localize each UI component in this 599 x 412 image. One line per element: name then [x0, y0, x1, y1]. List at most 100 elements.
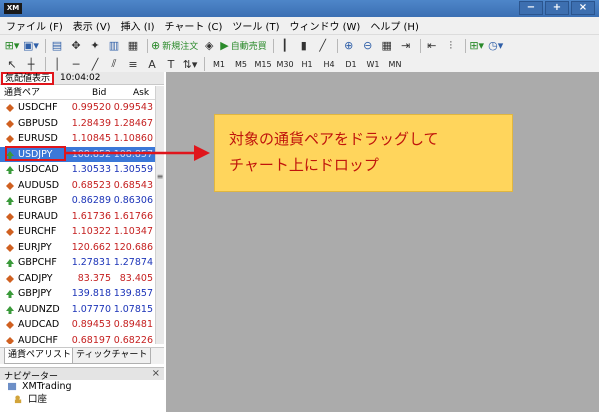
- timeframe-h4[interactable]: H4: [318, 60, 340, 69]
- market-watch-scrollbar[interactable]: ≡: [155, 86, 164, 344]
- timeframe-mn[interactable]: MN: [384, 60, 406, 69]
- metaeditor-icon[interactable]: ◈: [201, 37, 217, 55]
- tab-tick-chart[interactable]: ティックチャート: [72, 348, 152, 364]
- tree-item-label: XMTrading: [22, 381, 72, 392]
- crosshair-icon[interactable]: ┼: [23, 55, 39, 73]
- horizontal-line-icon[interactable]: ─: [68, 55, 84, 73]
- menu-help[interactable]: ヘルプ (H): [368, 18, 427, 33]
- cursor-icon[interactable]: ↖: [4, 55, 20, 73]
- row-symbol: AUDCAD: [18, 319, 60, 330]
- market-watch-row[interactable]: AUDUSD 0.68523 0.68543: [0, 178, 155, 194]
- timeframe-w1[interactable]: W1: [362, 60, 384, 69]
- menu-chart[interactable]: チャート (C): [163, 18, 231, 33]
- timeframe-h1[interactable]: H1: [296, 60, 318, 69]
- line-chart-icon[interactable]: ╱: [315, 37, 331, 55]
- column-bid[interactable]: Bid: [92, 86, 106, 100]
- maximize-button[interactable]: +: [545, 1, 569, 15]
- market-watch-icon[interactable]: ▤: [49, 37, 65, 55]
- timeframe-m15[interactable]: M15: [252, 60, 274, 69]
- tab-symbols[interactable]: 通貨ペアリスト: [4, 348, 76, 364]
- auto-scroll-icon[interactable]: ⇥: [398, 37, 414, 55]
- text-icon[interactable]: A: [144, 55, 160, 73]
- market-watch-row[interactable]: EURJPY 120.662 120.686: [0, 240, 155, 256]
- fibonacci-icon[interactable]: ≡: [125, 55, 141, 73]
- indicator-list-icon[interactable]: ⊞▾: [469, 37, 485, 55]
- market-watch-row[interactable]: GBPUSD 1.28439 1.28467: [0, 116, 155, 132]
- menu-tools[interactable]: ツール (T): [230, 18, 287, 33]
- auto-trading-icon: ▶: [220, 39, 229, 52]
- market-watch-row[interactable]: EURAUD 1.61736 1.61766: [0, 209, 155, 225]
- timeframe-m5[interactable]: M5: [230, 60, 252, 69]
- column-ask[interactable]: Ask: [133, 86, 149, 100]
- market-watch-row[interactable]: EURUSD 1.10845 1.10860: [0, 131, 155, 147]
- market-watch-row[interactable]: GBPCHF 1.27831 1.27874: [0, 255, 155, 271]
- row-bid: 1.07770: [71, 303, 111, 315]
- trend-line-icon[interactable]: ╱: [87, 55, 103, 73]
- row-ask: 1.10860: [113, 133, 153, 144]
- drawing-toolbar: ↖ ┼ │ ─ ╱ ⫽ ≡ A T ⇅▾ M1 M5 M15 M30 H1 H4…: [0, 56, 599, 72]
- periods-icon[interactable]: ◷▾: [488, 37, 504, 55]
- market-watch-row[interactable]: USDCAD 1.30533 1.30559: [0, 162, 155, 178]
- navigator-icon[interactable]: ✦: [87, 37, 103, 55]
- row-bid: 0.68197: [71, 334, 111, 345]
- bar-chart-icon[interactable]: ┃: [277, 37, 293, 55]
- terminal-icon[interactable]: ▥: [106, 37, 122, 55]
- label-icon[interactable]: T: [163, 55, 179, 73]
- row-symbol: USDCHF: [18, 102, 58, 113]
- row-symbol: AUDUSD: [18, 179, 60, 191]
- zoom-out-icon[interactable]: ⊖: [360, 37, 376, 55]
- row-symbol: EURGBP: [18, 195, 58, 206]
- timeframe-d1[interactable]: D1: [340, 60, 362, 69]
- arrows-icon[interactable]: ⇅▾: [182, 55, 198, 73]
- menu-window[interactable]: ウィンドウ (W): [287, 18, 368, 33]
- toolbar-separator: [272, 38, 274, 53]
- price-up-icon: [6, 290, 14, 298]
- tree-item-xmtrading[interactable]: XMTrading: [0, 380, 164, 393]
- market-watch-row[interactable]: EURGBP 0.86289 0.86306: [0, 193, 155, 209]
- market-watch-row[interactable]: AUDCAD 0.89453 0.89481: [0, 317, 155, 333]
- market-watch-row[interactable]: AUDNZD 1.07770 1.07815: [0, 302, 155, 318]
- row-symbol: USDCAD: [18, 164, 59, 175]
- price-up-icon: [6, 197, 14, 205]
- scrollbar-grip-icon[interactable]: ≡: [156, 172, 164, 181]
- vertical-line-icon[interactable]: │: [49, 55, 65, 73]
- row-ask: 0.68543: [113, 179, 153, 191]
- chart-shift-icon[interactable]: ⇤: [424, 37, 440, 55]
- tile-windows-icon[interactable]: ▦: [379, 37, 395, 55]
- price-up-icon: [6, 305, 14, 314]
- profiles-icon[interactable]: ▣▾: [23, 37, 39, 55]
- callout-line-1: 対象の通貨ペアをドラッグして: [229, 130, 439, 148]
- tree-item-label: 口座: [28, 394, 48, 405]
- zoom-in-icon[interactable]: ⊕: [341, 37, 357, 55]
- channel-icon[interactable]: ⫽: [106, 55, 122, 73]
- auto-trading-button[interactable]: ▶ 自動売買: [220, 37, 266, 55]
- row-symbol: EURAUD: [18, 210, 58, 222]
- new-chart-icon[interactable]: ⊞▾: [4, 37, 20, 55]
- timeframe-m30[interactable]: M30: [274, 60, 296, 69]
- market-watch-row[interactable]: EURCHF 1.10322 1.10347: [0, 224, 155, 240]
- market-watch-row[interactable]: USDCHF 0.99520 0.99543: [0, 100, 155, 116]
- timeframe-m1[interactable]: M1: [208, 60, 230, 69]
- app-logo: XM: [4, 3, 22, 14]
- indicators-icon[interactable]: ⫶: [443, 37, 459, 55]
- title-bar: XM − + ×: [0, 0, 599, 17]
- row-symbol: AUDNZD: [18, 303, 60, 315]
- data-window-icon[interactable]: ✥: [68, 37, 84, 55]
- price-up-icon: [6, 259, 14, 267]
- column-symbol[interactable]: 通貨ペア: [4, 86, 40, 100]
- navigator-close-icon[interactable]: ×: [152, 368, 160, 379]
- minimize-button[interactable]: −: [519, 1, 543, 15]
- new-order-button[interactable]: ⊕ 新規注文: [151, 37, 198, 55]
- close-button[interactable]: ×: [571, 1, 595, 15]
- menu-insert[interactable]: 挿入 (I): [119, 18, 163, 33]
- price-down-icon: [6, 228, 14, 236]
- market-watch-row[interactable]: AUDCHF 0.68197 0.68226: [0, 333, 155, 345]
- price-down-icon: [6, 212, 14, 221]
- market-watch-row[interactable]: GBPJPY 139.818 139.857: [0, 286, 155, 302]
- menu-view[interactable]: 表示 (V): [71, 18, 119, 33]
- strategy-tester-icon[interactable]: ▦: [125, 37, 141, 55]
- menu-file[interactable]: ファイル (F): [4, 18, 71, 33]
- market-watch-row[interactable]: CADJPY 83.375 83.405: [0, 271, 155, 287]
- candlestick-icon[interactable]: ▮: [296, 37, 312, 55]
- tree-item-accounts[interactable]: 口座: [0, 393, 164, 406]
